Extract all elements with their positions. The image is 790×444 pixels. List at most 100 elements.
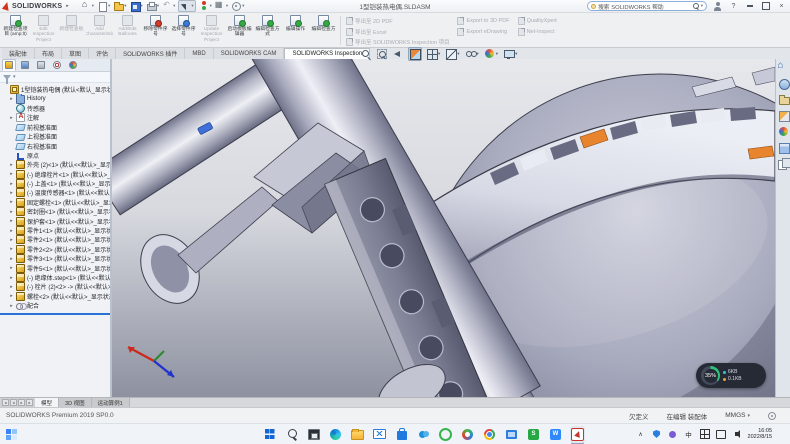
filter-icon[interactable] bbox=[3, 75, 11, 80]
taskbar-app-icon[interactable] bbox=[416, 426, 431, 443]
tree-item[interactable]: ▸ 配合 bbox=[2, 301, 110, 310]
ribbon-button[interactable]: 编辑操作 bbox=[282, 14, 309, 47]
export-button[interactable]: Export eDrawing bbox=[457, 28, 509, 36]
panel-tab[interactable] bbox=[2, 59, 16, 71]
view-tool-button[interactable]: ▾ bbox=[376, 48, 388, 60]
task-pane-icon[interactable] bbox=[778, 94, 789, 105]
tab-scroll-arrow[interactable]: ◂ bbox=[10, 399, 17, 406]
tab-scroll-arrow[interactable]: ▸ bbox=[26, 399, 33, 406]
quick-access-button[interactable]: ▾ bbox=[178, 0, 195, 12]
tree-item[interactable]: ▸ 注解 bbox=[2, 113, 110, 122]
export-button[interactable]: 导出至 Excel bbox=[346, 28, 449, 36]
expand-arrow-icon[interactable]: ▸ bbox=[9, 228, 14, 234]
chevron-down-icon[interactable]: ▾ bbox=[701, 3, 703, 9]
tray-icon[interactable] bbox=[716, 429, 726, 439]
quick-access-button[interactable]: ▾ bbox=[97, 0, 110, 12]
view-tool-button[interactable]: ▾ bbox=[484, 48, 499, 60]
quick-access-button[interactable]: ▾ bbox=[162, 0, 175, 12]
expand-arrow-icon[interactable]: ▸ bbox=[9, 246, 14, 252]
task-pane-icon[interactable] bbox=[778, 158, 789, 169]
taskbar-app-icon[interactable] bbox=[350, 426, 365, 443]
close-button[interactable]: × bbox=[776, 1, 787, 12]
taskbar-app-icon[interactable] bbox=[328, 426, 343, 443]
expand-arrow-icon[interactable]: ▸ bbox=[9, 199, 14, 205]
expand-arrow-icon[interactable]: ▸ bbox=[9, 275, 14, 281]
expand-arrow-icon[interactable]: ▸ bbox=[9, 162, 14, 168]
units-selector[interactable]: MMGS ▾ bbox=[725, 412, 750, 419]
ribbon-tab[interactable]: 评估 bbox=[89, 48, 116, 59]
panel-tab[interactable] bbox=[18, 59, 32, 71]
ribbon-tab[interactable]: SOLIDWORKS CAM bbox=[214, 48, 285, 59]
ribbon-button[interactable]: 编辑检查方 bbox=[310, 14, 337, 47]
export-button[interactable]: 导出至 2D PDF bbox=[346, 17, 449, 25]
ribbon-tab[interactable]: 布局 bbox=[35, 48, 62, 59]
tray-icon[interactable] bbox=[732, 429, 742, 439]
task-pane-icon[interactable] bbox=[778, 126, 789, 137]
ribbon-button[interactable]: 新建检查板 bbox=[58, 14, 85, 47]
view-tool-button[interactable]: ▾ bbox=[360, 48, 372, 60]
view-tool-button[interactable]: ▾ bbox=[426, 48, 441, 60]
tray-icon[interactable] bbox=[668, 429, 678, 439]
quick-access-button[interactable]: ▾ bbox=[215, 0, 228, 12]
expand-arrow-icon[interactable]: ▸ bbox=[9, 190, 14, 196]
tree-item[interactable]: ▸ 零件3<1> (默认<<默认>_显示状 bbox=[2, 254, 110, 263]
tree-item[interactable]: ▸ 零件2<1> (默认<<默认>_显示状 bbox=[2, 235, 110, 244]
taskbar-clock[interactable]: 16:05 2022/8/15 bbox=[748, 428, 772, 441]
tree-item[interactable]: ▸ 传感器 bbox=[2, 104, 110, 113]
export-button[interactable]: QualityXpert bbox=[518, 17, 557, 25]
document-tab[interactable]: 模型 bbox=[35, 398, 59, 407]
search-icon[interactable] bbox=[693, 3, 699, 9]
ribbon-tab[interactable]: MBD bbox=[185, 48, 213, 59]
help-search-input[interactable]: 搜索 SOLIDWORKS 帮助 ▾ bbox=[587, 1, 707, 11]
ribbon-button[interactable]: 编辑检查方式 bbox=[254, 14, 281, 47]
ribbon-tab[interactable]: SOLIDWORKS 插件 bbox=[116, 48, 185, 59]
ribbon-button[interactable]: Update Inspection Project bbox=[198, 14, 225, 47]
tray-icon[interactable] bbox=[636, 429, 646, 439]
ribbon-button[interactable]: Edit Inspection Project bbox=[30, 14, 57, 47]
tree-item[interactable]: ▸ 零件5<1> (默认<<默认>_显示状 bbox=[2, 263, 110, 272]
panel-tab[interactable] bbox=[34, 59, 48, 71]
taskbar-app-icon[interactable] bbox=[284, 426, 299, 443]
taskbar-app-icon[interactable] bbox=[372, 426, 387, 443]
view-tool-button[interactable]: ▾ bbox=[503, 48, 518, 60]
export-button[interactable]: 导出至 SOLIDWORKS Inspection 项目 bbox=[346, 38, 449, 46]
tray-icon[interactable] bbox=[700, 429, 710, 439]
view-tool-button[interactable]: ▾ bbox=[408, 47, 422, 61]
expand-arrow-icon[interactable]: ▸ bbox=[9, 209, 14, 215]
expand-arrow-icon[interactable]: ▸ bbox=[9, 171, 14, 177]
expand-arrow-icon[interactable]: ▸ bbox=[9, 284, 14, 290]
expand-arrow-icon[interactable]: ▸ bbox=[9, 293, 14, 299]
document-tab[interactable]: 3D 视图 bbox=[59, 398, 92, 407]
tree-item[interactable]: ▸ 密封圈<1> (默认<<默认>_显示状 bbox=[2, 207, 110, 216]
restore-button[interactable] bbox=[760, 1, 771, 12]
tree-item[interactable]: ▸ History bbox=[2, 94, 110, 103]
taskbar-app-icon[interactable] bbox=[460, 426, 475, 443]
ribbon-button[interactable]: Add/Edit Balloons bbox=[114, 14, 141, 47]
minimize-button[interactable] bbox=[744, 1, 755, 12]
view-tool-button[interactable]: ▾ bbox=[465, 48, 480, 60]
expand-arrow-icon[interactable]: ▸ bbox=[9, 265, 14, 271]
tree-item[interactable]: ▸ (-) 上盖<1> (默认<<默认>_显示状 bbox=[2, 179, 110, 188]
ribbon-button[interactable]: 移除零件序号 bbox=[142, 14, 169, 47]
tree-item[interactable]: ▸ 1型铠装热电偶 (默认<默认_显示状态-1 bbox=[2, 85, 110, 94]
chevron-down-icon[interactable]: ▾ bbox=[13, 74, 16, 80]
task-pane-icon[interactable] bbox=[778, 62, 789, 73]
tree-item[interactable]: ▸ 右视基准面 bbox=[2, 141, 110, 150]
taskbar-app-icon[interactable]: S bbox=[526, 426, 541, 443]
ribbon-button[interactable]: 新建检查项目 (amp;lt) bbox=[2, 14, 29, 47]
expand-arrow-icon[interactable]: ▸ bbox=[9, 256, 14, 262]
tab-scroll-arrow[interactable]: ▸ bbox=[18, 399, 25, 406]
taskbar-app-icon[interactable] bbox=[306, 426, 321, 443]
graphics-area[interactable]: 35% 6KB 0.1KB bbox=[112, 59, 775, 397]
expand-arrow-icon[interactable]: ▸ bbox=[9, 218, 14, 224]
taskbar-app-icon[interactable] bbox=[482, 426, 497, 443]
status-options-icon[interactable] bbox=[768, 412, 776, 420]
panel-tab[interactable] bbox=[66, 59, 80, 71]
tree-item[interactable]: ▸ 外壳 (2)<1> (默认<<默认>_显示状 bbox=[2, 160, 110, 169]
ribbon-button[interactable]: Add Characteristic bbox=[86, 14, 113, 47]
tree-item[interactable]: ▸ (-) 温度传感器<1> (默认<<默认>_ bbox=[2, 188, 110, 197]
ribbon-button[interactable]: 启动模板编辑器 bbox=[226, 14, 253, 47]
tray-icon[interactable]: 中 bbox=[684, 429, 694, 439]
taskbar-app-icon[interactable]: W bbox=[548, 426, 563, 443]
expand-arrow-icon[interactable]: ▸ bbox=[9, 303, 14, 309]
